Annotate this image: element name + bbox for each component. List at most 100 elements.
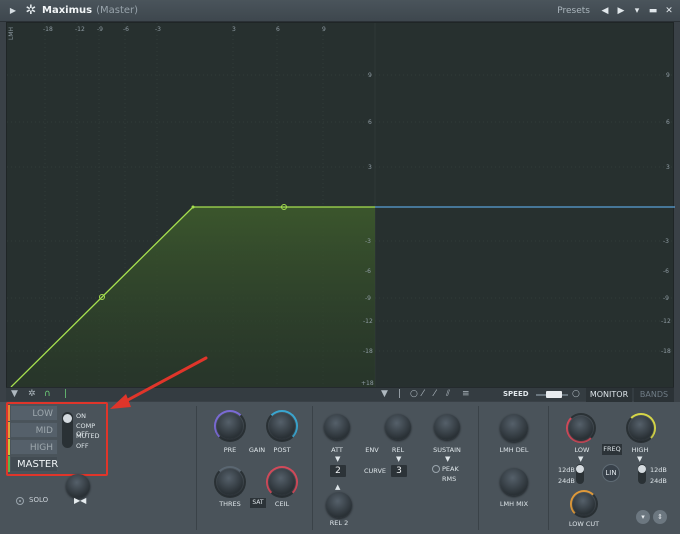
post-label: POST — [273, 446, 291, 454]
band-low[interactable]: LOW — [10, 405, 58, 421]
settings-icon[interactable]: ✲ — [28, 389, 36, 399]
rel2-label: REL 2 — [329, 519, 349, 527]
low-freq-knob[interactable] — [569, 416, 593, 440]
speed-label: SPEED — [503, 390, 529, 398]
band-knob[interactable] — [66, 474, 90, 498]
high-dropdown-icon[interactable]: ▼ — [637, 455, 642, 463]
monitor-button[interactable]: MONITOR — [586, 388, 632, 402]
dropdown-icon[interactable]: ▼ — [11, 389, 18, 399]
rel-dropdown-icon[interactable]: ▼ — [396, 455, 401, 463]
pre-knob[interactable] — [217, 413, 243, 439]
lmh-mix-knob[interactable] — [500, 468, 528, 496]
high-freq-label: HIGH — [631, 446, 649, 454]
band-high[interactable]: HIGH — [10, 439, 58, 455]
peak-label[interactable]: PEAK — [442, 465, 459, 473]
title-bar: ▶ ✲ Maximus (Master) Presets ◀ ▶ ▾ ▬ ✕ — [0, 0, 680, 22]
att-label: ATT — [331, 446, 343, 454]
rms-label[interactable]: RMS — [442, 475, 456, 483]
curve-tool-icon[interactable]: ⁄ — [434, 389, 436, 399]
high-slope-switch[interactable] — [638, 464, 646, 484]
band-master[interactable]: MASTER — [10, 456, 58, 472]
mode-off-label[interactable]: OFF — [76, 442, 89, 450]
scale-label: -9 — [97, 26, 103, 33]
close-icon[interactable]: ✕ — [664, 6, 674, 16]
lmh-label: LMH — [8, 27, 15, 41]
next-preset-icon[interactable]: ▶ — [616, 6, 626, 16]
stereo-icon[interactable]: ▶◀ — [74, 496, 86, 505]
scale-label: -18 — [363, 348, 373, 355]
bands-button[interactable]: BANDS — [634, 388, 674, 402]
scale-label: -9 — [365, 295, 371, 302]
rel2-knob[interactable] — [326, 492, 352, 518]
freq-button[interactable]: FREQ — [602, 444, 622, 455]
sustain-knob[interactable] — [434, 414, 460, 440]
solo-label: SOLO — [29, 496, 49, 504]
low-dropdown-icon[interactable]: ▼ — [578, 455, 583, 463]
ceil-knob[interactable] — [269, 469, 295, 495]
prev-preset-icon[interactable]: ◀ — [600, 6, 610, 16]
speed-slider-thumb[interactable] — [546, 391, 562, 398]
scroll-down-icon[interactable]: ▾ — [636, 510, 650, 524]
low-24db-label: 24dB — [558, 477, 575, 485]
gear-icon[interactable]: ✲ — [24, 3, 38, 18]
collapse-arrow-icon[interactable]: ▶ — [6, 6, 20, 15]
snap-icon[interactable]: | — [64, 389, 67, 399]
lin-button[interactable]: LIN — [602, 464, 620, 482]
minimize-icon[interactable]: ▬ — [648, 6, 658, 16]
rel2-up-icon[interactable]: ▲ — [335, 483, 340, 491]
menu-icon[interactable]: ▾ — [632, 6, 642, 16]
solo-radio[interactable] — [16, 497, 24, 505]
scale-label: -12 — [661, 318, 671, 325]
magnet-icon[interactable]: ∩ — [44, 389, 51, 399]
scale-label: 3 — [666, 164, 670, 171]
thres-knob[interactable] — [217, 469, 243, 495]
reset-icon[interactable]: ○ — [572, 389, 580, 399]
high-12db-label: 12dB — [650, 466, 667, 474]
corner-scale-label: +18 — [361, 380, 374, 387]
sustain-dropdown-icon[interactable]: ▼ — [445, 455, 450, 463]
divider — [548, 406, 549, 530]
scale-label: 3 — [368, 164, 372, 171]
scroll-updown-icon[interactable]: ⇕ — [653, 510, 667, 524]
flat-tool-icon[interactable]: ≡ — [462, 389, 470, 399]
band-mid[interactable]: MID — [10, 422, 58, 438]
low-cut-knob[interactable] — [573, 493, 595, 515]
scale-label: -9 — [663, 295, 669, 302]
scale-label: 3 — [232, 26, 236, 33]
multi-curve-icon[interactable]: ⫽ — [446, 389, 450, 399]
rel-label: REL — [391, 446, 405, 454]
lmh-del-knob[interactable] — [500, 414, 528, 442]
point-tool-icon[interactable]: ○ — [410, 389, 418, 399]
curve-a-value[interactable]: 2 — [330, 465, 346, 477]
band-mode-handle[interactable] — [63, 414, 72, 423]
sustain-label: SUSTAIN — [433, 446, 461, 454]
dropdown-icon[interactable]: ▼ — [381, 389, 388, 399]
scale-label: 9 — [322, 26, 326, 33]
peak-rms-switch[interactable] — [432, 465, 440, 473]
band-selector: LOW MID HIGH MASTER ON COMP OFF MUTED OF… — [6, 402, 108, 476]
scale-label: 9 — [368, 72, 372, 79]
low-slope-switch[interactable] — [576, 464, 584, 484]
att-knob[interactable] — [324, 414, 350, 440]
low-cut-label: LOW CUT — [568, 520, 600, 528]
line-tool-icon[interactable]: ⁄ — [422, 389, 424, 399]
thres-label: THRES — [219, 500, 241, 508]
curve-point[interactable] — [191, 205, 195, 209]
gain-area — [11, 207, 375, 387]
att-dropdown-icon[interactable]: ▼ — [335, 455, 340, 463]
scale-label: 6 — [666, 119, 670, 126]
mode-muted-label[interactable]: MUTED — [76, 432, 99, 440]
high-24db-label: 24dB — [650, 477, 667, 485]
high-freq-knob[interactable] — [629, 416, 653, 440]
mode-on-label[interactable]: ON — [76, 412, 86, 420]
rel-knob[interactable] — [385, 414, 411, 440]
lmh-mix-label: LMH MIX — [499, 500, 529, 508]
curve-b-value[interactable]: 3 — [391, 465, 407, 477]
post-knob[interactable] — [269, 413, 295, 439]
presets-button[interactable]: Presets — [557, 6, 590, 16]
scale-label: -12 — [75, 26, 85, 33]
band-mode-switch[interactable] — [62, 412, 73, 448]
scale-label: 6 — [276, 26, 280, 33]
lmh-del-label: LMH DEL — [499, 446, 529, 454]
compressor-graph[interactable]: LMH -18 -12 -9 -6 -3 3 6 9 9 6 3 -3 -6 -… — [6, 22, 675, 400]
